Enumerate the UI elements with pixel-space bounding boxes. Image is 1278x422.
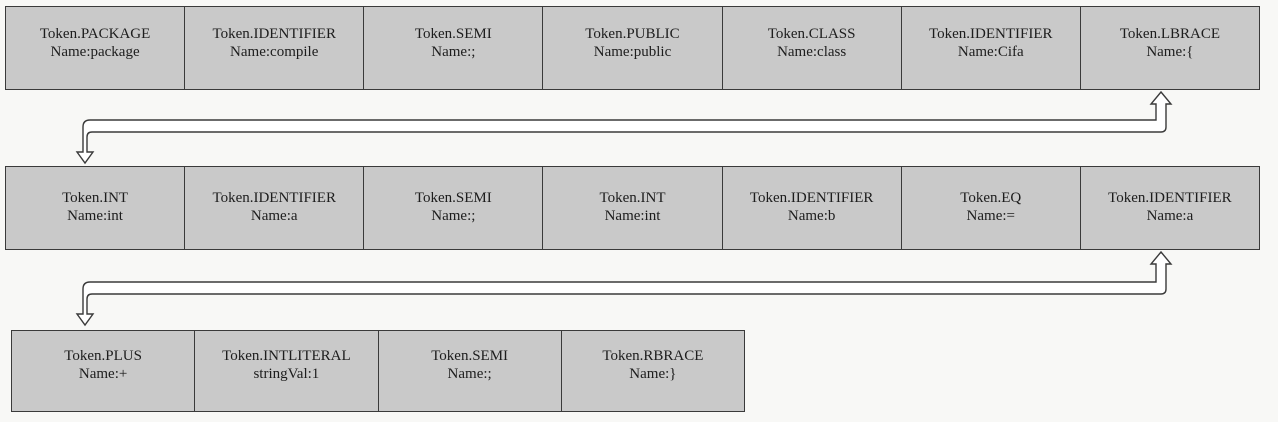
token-stream-diagram: Token.PACKAGE Name:package Token.IDENTIF… bbox=[0, 0, 1278, 422]
token-cell: Token.IDENTIFIER Name:a bbox=[185, 167, 365, 249]
token-cell: Token.IDENTIFIER Name:compile bbox=[185, 7, 365, 89]
token-name: Name:= bbox=[966, 208, 1015, 224]
token-name: Name:{ bbox=[1146, 44, 1194, 60]
token-cell: Token.SEMI Name:; bbox=[379, 331, 562, 411]
token-name: Name:+ bbox=[78, 366, 128, 382]
token-name: Name:b bbox=[787, 208, 836, 224]
token-row-1: Token.PACKAGE Name:package Token.IDENTIF… bbox=[5, 6, 1260, 90]
token-type: Token.EQ bbox=[960, 190, 1022, 206]
token-type: Token.LBRACE bbox=[1119, 26, 1221, 42]
token-name: Name:int bbox=[604, 208, 661, 224]
token-type: Token.INT bbox=[62, 190, 129, 206]
token-type: Token.SEMI bbox=[414, 190, 492, 206]
token-name: Name:; bbox=[447, 366, 492, 382]
token-name: Name:int bbox=[67, 208, 123, 224]
token-cell: Token.SEMI Name:; bbox=[364, 167, 544, 249]
token-type: Token.IDENTIFIER bbox=[929, 26, 1053, 42]
token-cell: Token.INT Name:int bbox=[543, 167, 723, 249]
token-name: Name:public bbox=[593, 44, 672, 60]
token-cell: Token.INTLITERAL stringVal:1 bbox=[195, 331, 379, 411]
token-row-2: Token.INT Name:int Token.IDENTIFIER Name… bbox=[5, 166, 1260, 250]
token-type: Token.IDENTIFIER bbox=[212, 26, 336, 42]
token-cell: Token.INT Name:int bbox=[6, 167, 186, 249]
token-name: Name:compile bbox=[230, 44, 319, 60]
token-name: Name:; bbox=[431, 208, 476, 224]
token-cell: Token.IDENTIFIER Name:a bbox=[1081, 167, 1259, 249]
token-type: Token.IDENTIFIER bbox=[749, 190, 874, 206]
token-cell: Token.LBRACE Name:{ bbox=[1081, 7, 1259, 89]
token-name: Name:; bbox=[431, 44, 476, 60]
token-cell: Token.CLASS Name:class bbox=[723, 7, 902, 89]
token-type: Token.IDENTIFIER bbox=[1108, 190, 1232, 206]
token-row-3: Token.PLUS Name:+ Token.INTLITERAL strin… bbox=[11, 330, 745, 412]
token-name: Name:class bbox=[777, 44, 847, 60]
token-cell: Token.IDENTIFIER Name:b bbox=[723, 167, 902, 249]
token-type: Token.CLASS bbox=[767, 26, 856, 42]
token-type: Token.PLUS bbox=[64, 348, 142, 364]
token-cell: Token.PLUS Name:+ bbox=[12, 331, 196, 411]
token-name: Name:Cifa bbox=[957, 44, 1024, 60]
token-cell: Token.SEMI Name:; bbox=[364, 7, 544, 89]
token-cell: Token.PACKAGE Name:package bbox=[6, 7, 186, 89]
token-type: Token.IDENTIFIER bbox=[212, 190, 336, 206]
token-type: Token.SEMI bbox=[431, 348, 509, 364]
token-type: Token.PACKAGE bbox=[39, 26, 151, 42]
token-cell: Token.EQ Name:= bbox=[902, 167, 1081, 249]
token-cell: Token.IDENTIFIER Name:Cifa bbox=[902, 7, 1081, 89]
row-wrap-arrow-2 bbox=[75, 250, 1173, 327]
token-type: Token.INTLITERAL bbox=[222, 348, 351, 364]
token-type: Token.SEMI bbox=[414, 26, 492, 42]
token-name: Name:package bbox=[50, 44, 140, 60]
token-type: Token.INT bbox=[599, 190, 666, 206]
token-type: Token.RBRACE bbox=[602, 348, 704, 364]
token-name: Name:a bbox=[1146, 208, 1194, 224]
row-wrap-arrow-1 bbox=[75, 90, 1173, 165]
token-name: Name:} bbox=[629, 366, 677, 382]
token-name: stringVal:1 bbox=[253, 366, 320, 382]
token-type: Token.PUBLIC bbox=[585, 26, 680, 42]
token-cell: Token.PUBLIC Name:public bbox=[543, 7, 723, 89]
token-name: Name:a bbox=[250, 208, 298, 224]
token-cell: Token.RBRACE Name:} bbox=[562, 331, 744, 411]
